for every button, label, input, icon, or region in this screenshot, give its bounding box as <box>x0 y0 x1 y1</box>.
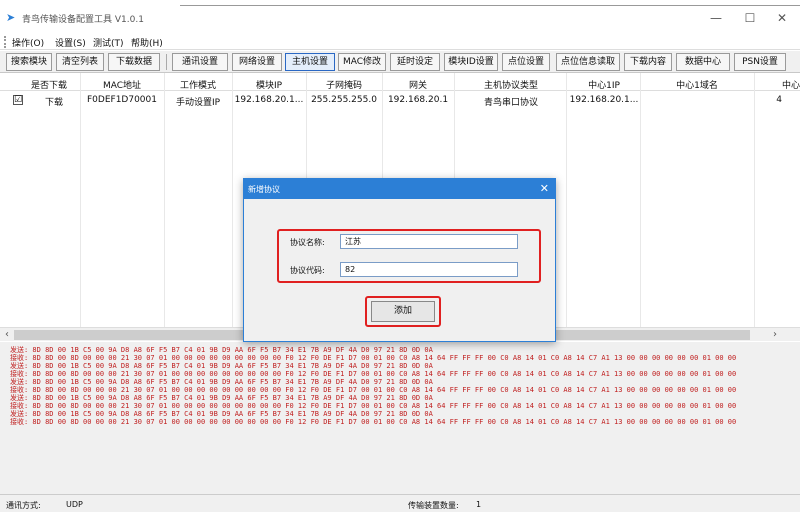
column-header-ip[interactable]: 模块IP <box>234 78 304 91</box>
search-modules-button[interactable]: 搜索模块 <box>6 53 52 71</box>
column-divider <box>164 73 165 327</box>
cell-center1-ip: 192.168.20.1... <box>569 95 639 105</box>
cell-download: 下载 <box>44 98 63 108</box>
protocol-code-input[interactable]: 82 <box>340 262 518 277</box>
menu-bar: 操作(O) 设置(S) 测试(T) 帮助(H) <box>0 34 800 50</box>
column-divider <box>232 73 233 327</box>
column-divider <box>754 73 755 327</box>
title-bar-divider <box>180 5 800 6</box>
psn-settings-button[interactable]: PSN设置 <box>734 53 786 71</box>
dialog-title: 新增协议 <box>248 185 280 194</box>
column-header-mode[interactable]: 工作模式 <box>166 78 230 91</box>
log-line: 发送: 8D 8D 00 1B C5 00 9A D8 A8 6F F5 B7 … <box>10 362 433 370</box>
maximize-button[interactable]: ☐ <box>738 8 762 28</box>
mac-modify-button[interactable]: MAC修改 <box>338 53 386 71</box>
cell-gateway: 192.168.20.1 <box>387 95 449 105</box>
log-line: 接收: 8D 8D 00 8D 00 00 00 21 30 07 01 00 … <box>10 418 737 426</box>
clear-list-button[interactable]: 清空列表 <box>56 53 104 71</box>
log-line: 接收: 8D 8D 00 8D 00 00 00 21 30 07 01 00 … <box>10 354 737 362</box>
cell-mac: F0DEF1D70001 <box>87 95 157 105</box>
status-bar: 通讯方式: UDP 传输装置数量: 1 <box>0 494 800 512</box>
comm-settings-button[interactable]: 通讯设置 <box>172 53 228 71</box>
column-header-gateway[interactable]: 网关 <box>384 78 452 91</box>
dialog-title-bar: 新增协议 ✕ <box>244 179 555 199</box>
menu-operation[interactable]: 操作(O) <box>12 36 44 49</box>
point-settings-button[interactable]: 点位设置 <box>502 53 550 71</box>
title-bar: ➤ 青鸟传输设备配置工具 V1.0.1 — ☐ ✕ <box>0 0 800 34</box>
log-line: 接收: 8D 8D 00 8D 00 00 00 21 30 07 01 00 … <box>10 386 737 394</box>
column-header-mac[interactable]: MAC地址 <box>82 78 162 91</box>
column-divider <box>566 73 567 327</box>
protocol-name-input[interactable]: 江苏 <box>340 234 518 249</box>
cell-mask: 255.255.255.0 <box>311 95 377 105</box>
comm-mode-label: 通讯方式: <box>6 501 41 510</box>
row-download-checkbox[interactable]: ☑ <box>13 95 23 105</box>
point-info-read-button[interactable]: 点位信息读取 <box>556 53 620 71</box>
menu-help[interactable]: 帮助(H) <box>131 36 163 49</box>
toolbar: 搜索模块 清空列表 下载数据 通讯设置 网络设置 主机设置 MAC修改 延时设定… <box>0 51 800 73</box>
toolbar-separator <box>166 54 167 70</box>
protocol-name-label: 协议名称: <box>290 238 325 247</box>
device-count-value: 1 <box>476 500 482 509</box>
module-id-settings-button[interactable]: 模块ID设置 <box>444 53 498 71</box>
log-line: 发送: 8D 8D 00 1B C5 00 9A D8 A8 6F F5 B7 … <box>10 346 433 354</box>
protocol-code-label: 协议代码: <box>290 266 325 275</box>
download-data-button[interactable]: 下载数据 <box>108 53 160 71</box>
cell-ip: 192.168.20.1... <box>234 95 304 105</box>
column-header-center[interactable]: 中心 <box>756 78 800 91</box>
log-line: 发送: 8D 8D 00 1B C5 00 9A D8 A8 6F F5 B7 … <box>10 394 433 402</box>
menu-test[interactable]: 测试(T) <box>93 36 124 49</box>
menu-settings[interactable]: 设置(S) <box>55 36 86 49</box>
menu-grip <box>4 36 6 48</box>
column-divider <box>80 73 81 327</box>
column-header-center1-ip[interactable]: 中心1IP <box>568 78 640 91</box>
message-log[interactable]: 发送: 8D 8D 00 1B C5 00 9A D8 A8 6F F5 B7 … <box>0 342 800 494</box>
dialog-close-icon[interactable]: ✕ <box>540 182 549 195</box>
comm-mode-value: UDP <box>66 500 83 509</box>
add-button[interactable]: 添加 <box>371 301 435 322</box>
log-line: 发送: 8D 8D 00 1B C5 00 9A D8 A8 6F F5 B7 … <box>10 378 433 386</box>
dialog-body: 协议名称: 江苏 协议代码: 82 添加 <box>244 199 555 341</box>
host-settings-button[interactable]: 主机设置 <box>285 53 335 71</box>
close-button[interactable]: ✕ <box>770 8 794 28</box>
column-header-mask[interactable]: 子网掩码 <box>308 78 380 91</box>
scroll-left-icon[interactable]: ‹ <box>0 328 14 342</box>
log-line: 发送: 8D 8D 00 1B C5 00 9A D8 A8 6F F5 B7 … <box>10 410 433 418</box>
network-settings-button[interactable]: 网络设置 <box>232 53 282 71</box>
cell-center: 4 <box>776 95 782 105</box>
column-divider <box>640 73 641 327</box>
cell-protocol: 青鸟串口协议 <box>483 98 538 108</box>
device-count-label: 传输装置数量: <box>408 501 459 510</box>
window-title: 青鸟传输设备配置工具 V1.0.1 <box>22 15 144 25</box>
column-header-protocol[interactable]: 主机协议类型 <box>456 78 566 91</box>
download-content-button[interactable]: 下载内容 <box>624 53 672 71</box>
minimize-button[interactable]: — <box>704 8 728 28</box>
column-header-download[interactable]: 是否下载 <box>20 78 78 91</box>
delay-settings-button[interactable]: 延时设定 <box>390 53 440 71</box>
app-bird-icon: ➤ <box>6 11 16 24</box>
scroll-right-icon[interactable]: › <box>768 328 782 342</box>
log-line: 接收: 8D 8D 00 8D 00 00 00 21 30 07 01 00 … <box>10 402 737 410</box>
add-protocol-dialog: 新增协议 ✕ 协议名称: 江苏 协议代码: 82 添加 <box>243 178 556 342</box>
cell-mode: 手动设置IP <box>175 98 221 108</box>
column-header-center1-domain[interactable]: 中心1域名 <box>642 78 752 91</box>
log-line: 接收: 8D 8D 00 8D 00 00 00 21 30 07 01 00 … <box>10 370 737 378</box>
table-header: 是否下载 MAC地址 工作模式 模块IP 子网掩码 网关 主机协议类型 中心1I… <box>0 73 800 91</box>
data-center-button[interactable]: 数据中心 <box>676 53 730 71</box>
